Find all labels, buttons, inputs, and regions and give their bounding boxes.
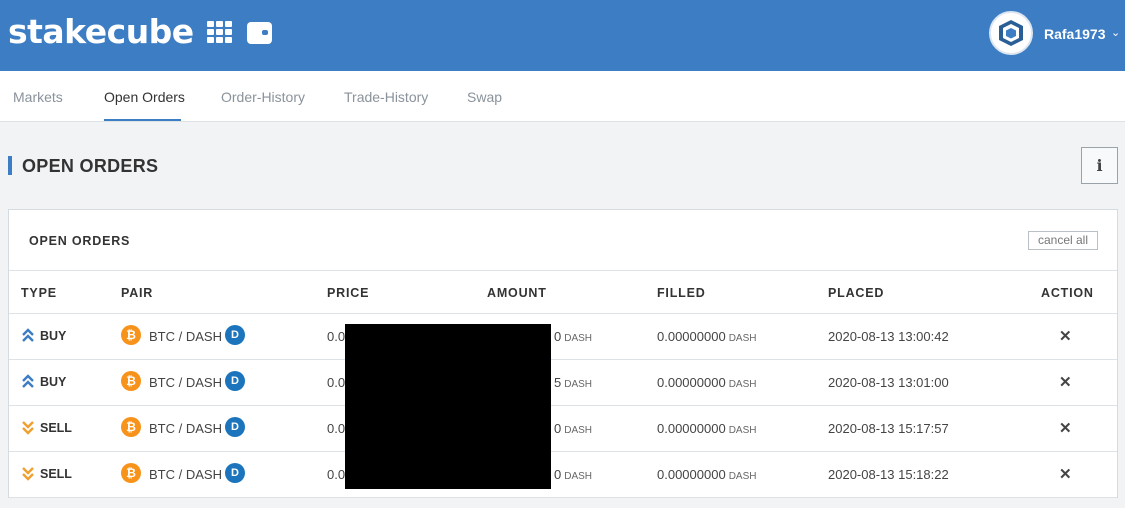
avatar: [989, 11, 1033, 55]
dash-icon: D: [225, 417, 245, 437]
amount: 0 DASH: [554, 329, 592, 344]
order-type: SELL: [40, 421, 72, 435]
username: Rafa1973: [1044, 26, 1106, 42]
dash-icon: D: [225, 371, 245, 391]
tab-order-history[interactable]: Order-History: [221, 89, 305, 105]
filled-value: 0.00000000: [657, 421, 726, 436]
cancel-all-button[interactable]: cancel all: [1028, 231, 1098, 250]
title-accent: [8, 156, 12, 175]
cancel-order-icon[interactable]: ✕: [1059, 327, 1072, 345]
table-row: BUY ₿ BTC / DASH D 0.0 5 DASH 0.00000000 D…: [9, 360, 1117, 406]
bitcoin-icon: ₿: [121, 371, 141, 391]
amount-unit: DASH: [564, 379, 593, 390]
grid-icon[interactable]: [207, 21, 233, 45]
price: 0.0: [327, 421, 346, 436]
pair[interactable]: BTC / DASH: [149, 329, 222, 344]
placed-time: 2020-08-13 15:18:22: [828, 467, 949, 482]
filled: 0.00000000 DASH: [657, 467, 756, 482]
filled-value: 0.00000000: [657, 329, 726, 344]
filled-value: 0.00000000: [657, 467, 726, 482]
pair[interactable]: BTC / DASH: [149, 375, 222, 390]
table-row: BUY ₿ BTC / DASH D 0.0 0 DASH 0.00000000 D…: [9, 314, 1117, 360]
placed-time: 2020-08-13 13:00:42: [828, 329, 949, 344]
order-type: SELL: [40, 467, 72, 481]
tab-swap[interactable]: Swap: [467, 89, 502, 105]
column-action: ACTION: [1041, 286, 1094, 300]
column-pair[interactable]: PAIR: [121, 286, 153, 300]
table-row: SELL ₿ BTC / DASH D 0.0 0 DASH 0.00000000…: [9, 406, 1117, 452]
order-type: BUY: [40, 375, 67, 389]
dash-icon: D: [225, 463, 245, 483]
tab-trade-history[interactable]: Trade-History: [344, 89, 428, 105]
amount-value: 5: [554, 375, 562, 390]
buy-arrow-icon: [22, 374, 34, 388]
price: 0.0: [327, 467, 346, 482]
cancel-order-icon[interactable]: ✕: [1059, 465, 1072, 483]
price: 0.0: [327, 375, 346, 390]
amount-value: 0: [554, 467, 562, 482]
redaction-block: [345, 324, 551, 489]
filled-unit: DASH: [728, 379, 757, 390]
amount: 0 DASH: [554, 467, 592, 482]
sub-navigation: Markets Open Orders Order-History Trade-…: [0, 71, 1125, 122]
table-header: TYPE PAIR PRICE AMOUNT FILLED PLACED ACT…: [9, 270, 1117, 314]
cancel-order-icon[interactable]: ✕: [1059, 373, 1072, 391]
column-filled[interactable]: FILLED: [657, 286, 706, 300]
active-tab-indicator: [104, 119, 181, 121]
amount-value: 0: [554, 329, 562, 344]
filled: 0.00000000 DASH: [657, 375, 756, 390]
placed-time: 2020-08-13 13:01:00: [828, 375, 949, 390]
price: 0.0: [327, 329, 346, 344]
order-type: BUY: [40, 329, 67, 343]
filled-unit: DASH: [728, 471, 757, 482]
amount-value: 0: [554, 421, 562, 436]
chevron-down-icon: ⌄: [1111, 27, 1121, 39]
table-row: SELL ₿ BTC / DASH D 0.0 0 DASH 0.00000000…: [9, 452, 1117, 498]
tab-markets[interactable]: Markets: [13, 89, 63, 105]
bitcoin-icon: ₿: [121, 325, 141, 345]
open-orders-panel: OPEN ORDERS cancel all TYPE PAIR PRICE A…: [8, 209, 1118, 498]
dash-icon: D: [225, 325, 245, 345]
cancel-order-icon[interactable]: ✕: [1059, 419, 1072, 437]
filled: 0.00000000 DASH: [657, 329, 756, 344]
placed-time: 2020-08-13 15:17:57: [828, 421, 949, 436]
amount-unit: DASH: [564, 425, 593, 436]
bitcoin-icon: ₿: [121, 417, 141, 437]
pair[interactable]: BTC / DASH: [149, 467, 222, 482]
tab-open-orders[interactable]: Open Orders: [104, 89, 185, 105]
top-bar: stakecube Rafa1973 ⌄: [0, 0, 1125, 71]
panel-title: OPEN ORDERS: [29, 234, 131, 248]
bitcoin-icon: ₿: [121, 463, 141, 483]
user-menu[interactable]: Rafa1973 ⌄: [985, 11, 1125, 57]
pair[interactable]: BTC / DASH: [149, 421, 222, 436]
filled: 0.00000000 DASH: [657, 421, 756, 436]
logo[interactable]: stakecube: [8, 12, 194, 51]
filled-unit: DASH: [728, 425, 757, 436]
column-price[interactable]: PRICE: [327, 286, 369, 300]
sell-arrow-icon: [22, 467, 34, 481]
info-button[interactable]: i: [1081, 147, 1118, 184]
page-title: OPEN ORDERS: [22, 156, 159, 176]
column-placed[interactable]: PLACED: [828, 286, 884, 300]
amount: 5 DASH: [554, 375, 592, 390]
amount-unit: DASH: [564, 471, 593, 482]
sell-arrow-icon: [22, 421, 34, 435]
wallet-icon[interactable]: [247, 22, 272, 44]
filled-unit: DASH: [728, 333, 757, 344]
filled-value: 0.00000000: [657, 375, 726, 390]
buy-arrow-icon: [22, 328, 34, 342]
column-type[interactable]: TYPE: [21, 286, 57, 300]
column-amount[interactable]: AMOUNT: [487, 286, 547, 300]
amount: 0 DASH: [554, 421, 592, 436]
amount-unit: DASH: [564, 333, 593, 344]
